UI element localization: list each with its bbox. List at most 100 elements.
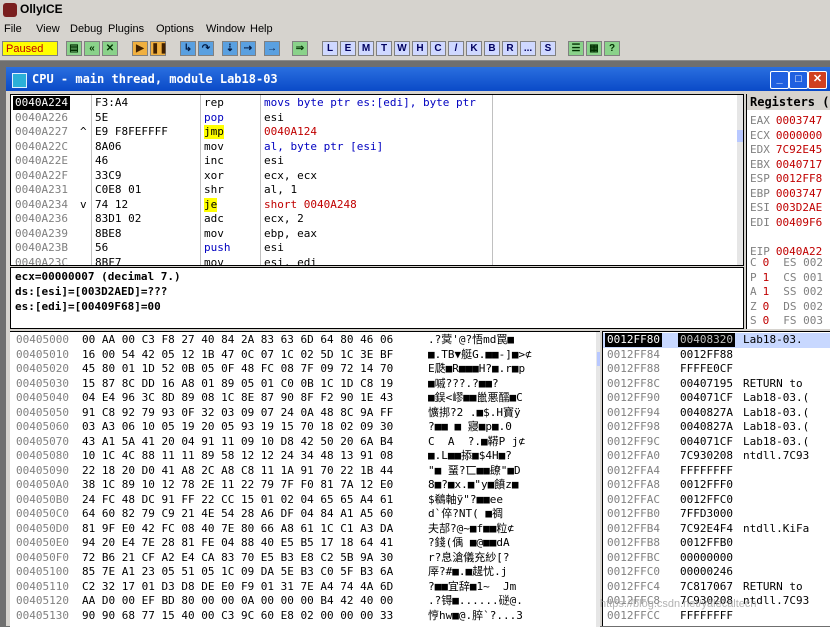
disasm-row[interactable]: 0040A22E 46 inc esi	[11, 154, 743, 169]
stack-row[interactable]: 0012FFA0 7C930208 ntdll.7C93	[603, 449, 830, 464]
modules-window-button[interactable]: E	[340, 41, 356, 56]
disasm-row[interactable]: 0040A239 8BE8 mov ebp, eax	[11, 227, 743, 242]
menu-options[interactable]: Options	[156, 23, 194, 35]
disasm-row[interactable]: 0040A23C 8BF7 mov esi, edi	[11, 256, 743, 266]
stack-row[interactable]: 0012FFBC 00000000	[603, 551, 830, 566]
register-value[interactable]: 003D2AE	[776, 201, 822, 214]
pause-icon[interactable]: ❚❚	[150, 41, 168, 56]
dump-row[interactable]: 00405030 15 87 8C DD 16 A8 01 89 05 01 C0…	[10, 377, 600, 392]
disasm-row[interactable]: 0040A226 5E pop esi	[11, 111, 743, 126]
stack-row[interactable]: 0012FF80 00408320 Lab18-03.	[603, 333, 830, 348]
patches-window-button[interactable]: /	[448, 41, 464, 56]
flag-bit[interactable]: 1	[763, 285, 770, 298]
register-row[interactable]: ESP 0012FF8	[750, 172, 822, 185]
run-trace-window-button[interactable]: ...	[520, 41, 536, 56]
register-value[interactable]: 0003747	[776, 114, 822, 127]
flag-bit[interactable]: 0	[763, 314, 770, 327]
execute-till-return-icon[interactable]: →	[264, 41, 280, 56]
disasm-row[interactable]: 0040A224 F3:A4 rep movs byte ptr es:[edi], …	[11, 96, 743, 111]
register-row[interactable]: ESI 003D2AE	[750, 201, 822, 214]
flag-row[interactable]: C 0 ES 002	[750, 256, 823, 269]
stack-row[interactable]: 0012FF84 0012FF88	[603, 348, 830, 363]
stack-pane[interactable]: 0012FF80 00408320 Lab18-03. 0012FF84 0012FF8…	[602, 331, 830, 626]
dump-row[interactable]: 00405000 00 AA 00 C3 F8 27 40 84 2A 83 63…	[10, 333, 600, 348]
dump-row[interactable]: 00405100 85 7E A1 23 05 51 05 1C 09 DA 5E…	[10, 565, 600, 580]
register-value[interactable]: 7C92E45	[776, 143, 822, 156]
register-value[interactable]: 0040717	[776, 158, 822, 171]
flag-row[interactable]: A 1 SS 002	[750, 285, 823, 298]
dump-row[interactable]: 00405130 90 90 68 77 15 40 00 C3 9C 60 E8…	[10, 609, 600, 624]
go-to-icon[interactable]: ⇒	[292, 41, 308, 56]
disasm-row[interactable]: 0040A22C 8A06 mov al, byte ptr [esi]	[11, 140, 743, 155]
flag-row[interactable]: S 0 FS 003	[750, 314, 823, 327]
menu-window[interactable]: Window	[206, 23, 245, 35]
disasm-row[interactable]: 0040A23B 56 push esi	[11, 241, 743, 256]
flag-row[interactable]: Z 0 DS 002	[750, 300, 823, 313]
dump-row[interactable]: 004050D0 81 9F E0 42 FC 08 40 7E 80 66 A8…	[10, 522, 600, 537]
dump-row[interactable]: 00405050 91 C8 92 79 93 0F 32 03 09 07 24…	[10, 406, 600, 421]
step-into-icon[interactable]: ↳	[180, 41, 196, 56]
handles-window-button[interactable]: H	[412, 41, 428, 56]
help-icon[interactable]: ?	[604, 41, 620, 56]
references-window-button[interactable]: R	[502, 41, 518, 56]
breakpoints-window-button[interactable]: B	[484, 41, 500, 56]
log-window-button[interactable]: L	[322, 41, 338, 56]
dump-row[interactable]: 004050F0 72 B6 21 CF A2 E4 CA 83 70 E5 B3…	[10, 551, 600, 566]
stack-row[interactable]: 0012FFCC FFFFFFFF	[603, 609, 830, 624]
dump-row[interactable]: 00405070 43 A1 5A 41 20 04 91 11 09 10 D8…	[10, 435, 600, 450]
register-value[interactable]: 0012FF8	[776, 172, 822, 185]
disasm-row[interactable]: 0040A231 C0E8 01 shr al, 1	[11, 183, 743, 198]
flag-bit[interactable]: 0	[763, 300, 770, 313]
windows-window-button[interactable]: W	[394, 41, 410, 56]
dump-row[interactable]: 00405080 10 1C 4C 88 11 11 89 58 12 12 24…	[10, 449, 600, 464]
hex-dump-pane[interactable]: 00405000 00 AA 00 C3 F8 27 40 84 2A 83 63…	[10, 331, 600, 627]
register-row[interactable]: EBP 0003747	[750, 187, 822, 200]
stack-row[interactable]: 0012FF8C 00407195 RETURN to	[603, 377, 830, 392]
dump-row[interactable]: 00405020 45 80 01 1D 52 0B 05 0F 48 FC 08…	[10, 362, 600, 377]
menu-plugins[interactable]: Plugins	[108, 23, 144, 35]
dump-scroll-thumb[interactable]	[597, 352, 600, 366]
call-stack-window-button[interactable]: K	[466, 41, 482, 56]
register-row[interactable]: ECX 0000000	[750, 129, 822, 142]
threads-window-button[interactable]: T	[376, 41, 392, 56]
dump-row[interactable]: 00405090 22 18 20 D0 41 A8 2C A8 C8 11 1A…	[10, 464, 600, 479]
menu-view[interactable]: View	[36, 23, 60, 35]
disasm-row[interactable]: 0040A234 v 74 12 je short 0040A248	[11, 197, 743, 213]
maximize-button[interactable]: □	[789, 71, 808, 89]
disasm-row[interactable]: 0040A236 83D1 02 adc ecx, 2	[11, 212, 743, 227]
flag-bit[interactable]: 1	[763, 271, 770, 284]
dump-row[interactable]: 00405060 03 A3 06 10 05 19 20 05 93 19 15…	[10, 420, 600, 435]
stack-row[interactable]: 0012FFAC 0012FFC0	[603, 493, 830, 508]
open-icon[interactable]: ▤	[66, 41, 82, 56]
stack-row[interactable]: 0012FFA8 0012FFF0	[603, 478, 830, 493]
menu-help[interactable]: Help	[250, 23, 273, 35]
run-icon[interactable]: ▶	[132, 41, 148, 56]
cpu-window-button[interactable]: C	[430, 41, 446, 56]
stack-row[interactable]: 0012FFC4 7C817067 RETURN to	[603, 580, 830, 595]
register-value[interactable]: 00409F6	[776, 216, 822, 229]
trace-into-icon[interactable]: ⇣	[222, 41, 238, 56]
registers-header[interactable]: Registers (	[747, 94, 830, 110]
register-row[interactable]: EDI 00409F6	[750, 216, 822, 229]
disasm-row[interactable]: 0040A22F 33C9 xor ecx, ecx	[11, 169, 743, 184]
stack-row[interactable]: 0012FF88 FFFFE0CF	[603, 362, 830, 377]
dump-row[interactable]: 00405010 16 00 54 42 05 12 1B 47 0C 07 1C…	[10, 348, 600, 363]
register-row[interactable]: EBX 0040717	[750, 158, 822, 171]
trace-over-icon[interactable]: ⇢	[240, 41, 256, 56]
stack-row[interactable]: 0012FF94 0040827A Lab18-03.(	[603, 406, 830, 421]
dump-row[interactable]: 004050A0 38 1C 89 10 12 78 2E 11 22 79 7F…	[10, 478, 600, 493]
disassembly-scroll-thumb[interactable]	[737, 130, 743, 142]
dump-row[interactable]: 00405120 AA D0 00 EF BD 80 00 00 0A 00 00…	[10, 594, 600, 609]
dump-row[interactable]: 004050C0 64 60 82 79 C9 21 4E 54 28 A6 DF…	[10, 507, 600, 522]
flag-row[interactable]: P 1 CS 001	[750, 271, 823, 284]
dump-row[interactable]: 004050E0 94 20 E4 7E 28 81 FE 04 88 40 E5…	[10, 536, 600, 551]
menu-debug[interactable]: Debug	[70, 23, 102, 35]
stack-row[interactable]: 0012FFA4 FFFFFFFF	[603, 464, 830, 479]
step-over-icon[interactable]: ↷	[198, 41, 214, 56]
dump-row[interactable]: 00405110 C2 32 17 01 D3 D8 DE E0 F9 01 31…	[10, 580, 600, 595]
stack-row[interactable]: 0012FF90 004071CF Lab18-03.(	[603, 391, 830, 406]
register-row[interactable]: EAX 0003747	[750, 114, 822, 127]
options-icon[interactable]: ▦	[586, 41, 602, 56]
list-icon[interactable]: ☰	[568, 41, 584, 56]
memory-window-button[interactable]: M	[358, 41, 374, 56]
